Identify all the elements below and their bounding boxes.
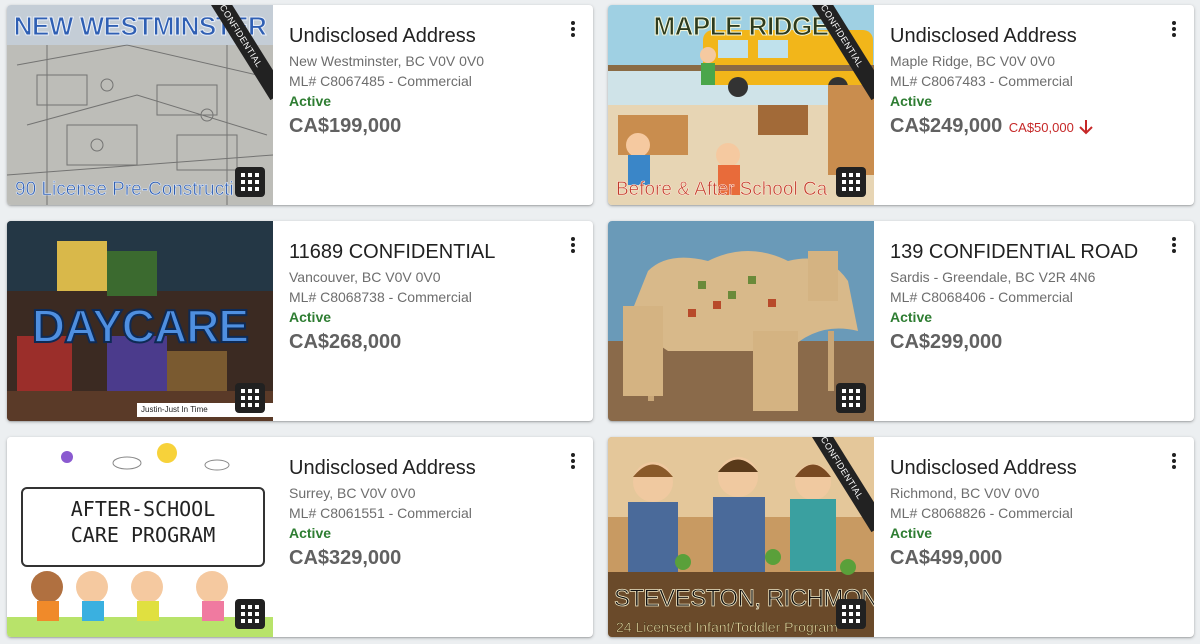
grid-icon bbox=[842, 173, 860, 191]
program-sign: AFTER-SCHOOL CARE PROGRAM bbox=[21, 487, 265, 567]
listing-title[interactable]: Undisclosed Address bbox=[890, 23, 1180, 49]
listing-price: CA$199,000 bbox=[289, 115, 402, 137]
listing-photo[interactable]: AFTER-SCHOOL CARE PROGRAM bbox=[7, 437, 273, 637]
price-row: CA$199,000 bbox=[289, 115, 579, 138]
photo-headline: STEVESTON, RICHMOND bbox=[614, 585, 874, 613]
listing-status: Active bbox=[289, 525, 332, 541]
listing-photo[interactable] bbox=[608, 221, 874, 421]
more-vert-icon[interactable] bbox=[563, 449, 583, 473]
photo-caption: 24 Licensed Infant/Toddler Program bbox=[616, 619, 838, 635]
listing-grid: NEW WESTMINSTER CONFIDENTIAL 90 License … bbox=[0, 0, 1200, 644]
listing-title[interactable]: 11689 CONFIDENTIAL bbox=[289, 239, 579, 265]
price-row: CA$299,000 bbox=[890, 331, 1180, 354]
listing-title[interactable]: Undisclosed Address bbox=[289, 455, 579, 481]
listing-mls: ML# C8067485 - Commercial bbox=[289, 73, 472, 89]
listing-mls: ML# C8068406 - Commercial bbox=[890, 289, 1073, 305]
listing-price: CA$249,000 bbox=[890, 115, 1003, 137]
listing-status: Active bbox=[289, 309, 332, 325]
listing-location: Richmond, BC V0V 0V0 bbox=[890, 485, 1040, 501]
grid-icon bbox=[842, 389, 860, 407]
listing-card[interactable]: NEW WESTMINSTER CONFIDENTIAL 90 License … bbox=[7, 5, 593, 205]
listing-info: 11689 CONFIDENTIAL Vancouver, BC V0V 0V0… bbox=[289, 239, 579, 354]
gallery-button[interactable] bbox=[836, 167, 866, 197]
listing-price: CA$268,000 bbox=[289, 331, 402, 353]
listing-mls: ML# C8068826 - Commercial bbox=[890, 505, 1073, 521]
listing-status: Active bbox=[890, 93, 933, 109]
listing-title[interactable]: 139 CONFIDENTIAL ROAD bbox=[890, 239, 1180, 265]
photo-caption: 90 License Pre-Constructi bbox=[15, 179, 234, 200]
price-row: CA$249,000 CA$50,000 bbox=[890, 115, 1180, 138]
more-vert-icon[interactable] bbox=[1164, 233, 1184, 257]
listing-mls: ML# C8061551 - Commercial bbox=[289, 505, 472, 521]
listing-info: Undisclosed Address New Westminster, BC … bbox=[289, 23, 579, 138]
more-vert-icon[interactable] bbox=[1164, 449, 1184, 473]
listing-info: Undisclosed Address Maple Ridge, BC V0V … bbox=[890, 23, 1180, 138]
play-table-image bbox=[608, 221, 874, 421]
listing-location: Vancouver, BC V0V 0V0 bbox=[289, 269, 441, 285]
grid-icon bbox=[842, 605, 860, 623]
listing-info: Undisclosed Address Surrey, BC V0V 0V0 M… bbox=[289, 455, 579, 570]
listing-price: CA$329,000 bbox=[289, 547, 402, 569]
gallery-button[interactable] bbox=[836, 599, 866, 629]
listing-location: Surrey, BC V0V 0V0 bbox=[289, 485, 416, 501]
listing-location: Sardis - Greendale, BC V2R 4N6 bbox=[890, 269, 1096, 285]
listing-card[interactable]: MAPLE RIDGE CONFIDENTIAL Before & After … bbox=[608, 5, 1194, 205]
gallery-button[interactable] bbox=[836, 383, 866, 413]
price-drop-amount: CA$50,000 bbox=[1008, 120, 1074, 135]
price-row: CA$329,000 bbox=[289, 547, 579, 570]
listing-photo[interactable]: NEW WESTMINSTER CONFIDENTIAL 90 License … bbox=[7, 5, 273, 205]
listing-mls: ML# C8067483 - Commercial bbox=[890, 73, 1073, 89]
grid-icon bbox=[241, 389, 259, 407]
listing-price: CA$499,000 bbox=[890, 547, 1003, 569]
listing-photo[interactable]: MAPLE RIDGE CONFIDENTIAL Before & After … bbox=[608, 5, 874, 205]
listing-status: Active bbox=[289, 93, 332, 109]
listing-photo[interactable]: CONFIDENTIAL STEVESTON, RICHMOND 24 Lice… bbox=[608, 437, 874, 637]
listing-title[interactable]: Undisclosed Address bbox=[289, 23, 579, 49]
listing-info: Undisclosed Address Richmond, BC V0V 0V0… bbox=[890, 455, 1180, 570]
listing-card[interactable]: AFTER-SCHOOL CARE PROGRAM Undisclosed Ad… bbox=[7, 437, 593, 637]
listing-card[interactable]: 139 CONFIDENTIAL ROAD Sardis - Greendale… bbox=[608, 221, 1194, 421]
sign-line-1: AFTER-SCHOOL bbox=[70, 497, 216, 521]
price-row: CA$499,000 bbox=[890, 547, 1180, 570]
gallery-button[interactable] bbox=[235, 167, 265, 197]
more-vert-icon[interactable] bbox=[563, 233, 583, 257]
sign-line-2: CARE PROGRAM bbox=[70, 523, 216, 547]
listing-location: Maple Ridge, BC V0V 0V0 bbox=[890, 53, 1055, 69]
listing-price: CA$299,000 bbox=[890, 331, 1003, 353]
gallery-button[interactable] bbox=[235, 599, 265, 629]
grid-icon bbox=[241, 173, 259, 191]
photo-caption: Before & After School Ca bbox=[616, 179, 828, 200]
photo-headline: DAYCARE bbox=[31, 299, 250, 353]
listing-status: Active bbox=[890, 309, 933, 325]
listing-card[interactable]: DAYCARE Justin-Just In Time 11689 CONFID… bbox=[7, 221, 593, 421]
listing-status: Active bbox=[890, 525, 933, 541]
listing-location: New Westminster, BC V0V 0V0 bbox=[289, 53, 485, 69]
grid-icon bbox=[241, 605, 259, 623]
listing-card[interactable]: CONFIDENTIAL STEVESTON, RICHMOND 24 Lice… bbox=[608, 437, 1194, 637]
price-row: CA$268,000 bbox=[289, 331, 579, 354]
listing-title[interactable]: Undisclosed Address bbox=[890, 455, 1180, 481]
arrow-down-icon bbox=[1079, 120, 1093, 135]
listing-info: 139 CONFIDENTIAL ROAD Sardis - Greendale… bbox=[890, 239, 1180, 354]
gallery-button[interactable] bbox=[235, 383, 265, 413]
more-vert-icon[interactable] bbox=[1164, 17, 1184, 41]
listing-photo[interactable]: DAYCARE Justin-Just In Time bbox=[7, 221, 273, 421]
listing-mls: ML# C8068738 - Commercial bbox=[289, 289, 472, 305]
more-vert-icon[interactable] bbox=[563, 17, 583, 41]
